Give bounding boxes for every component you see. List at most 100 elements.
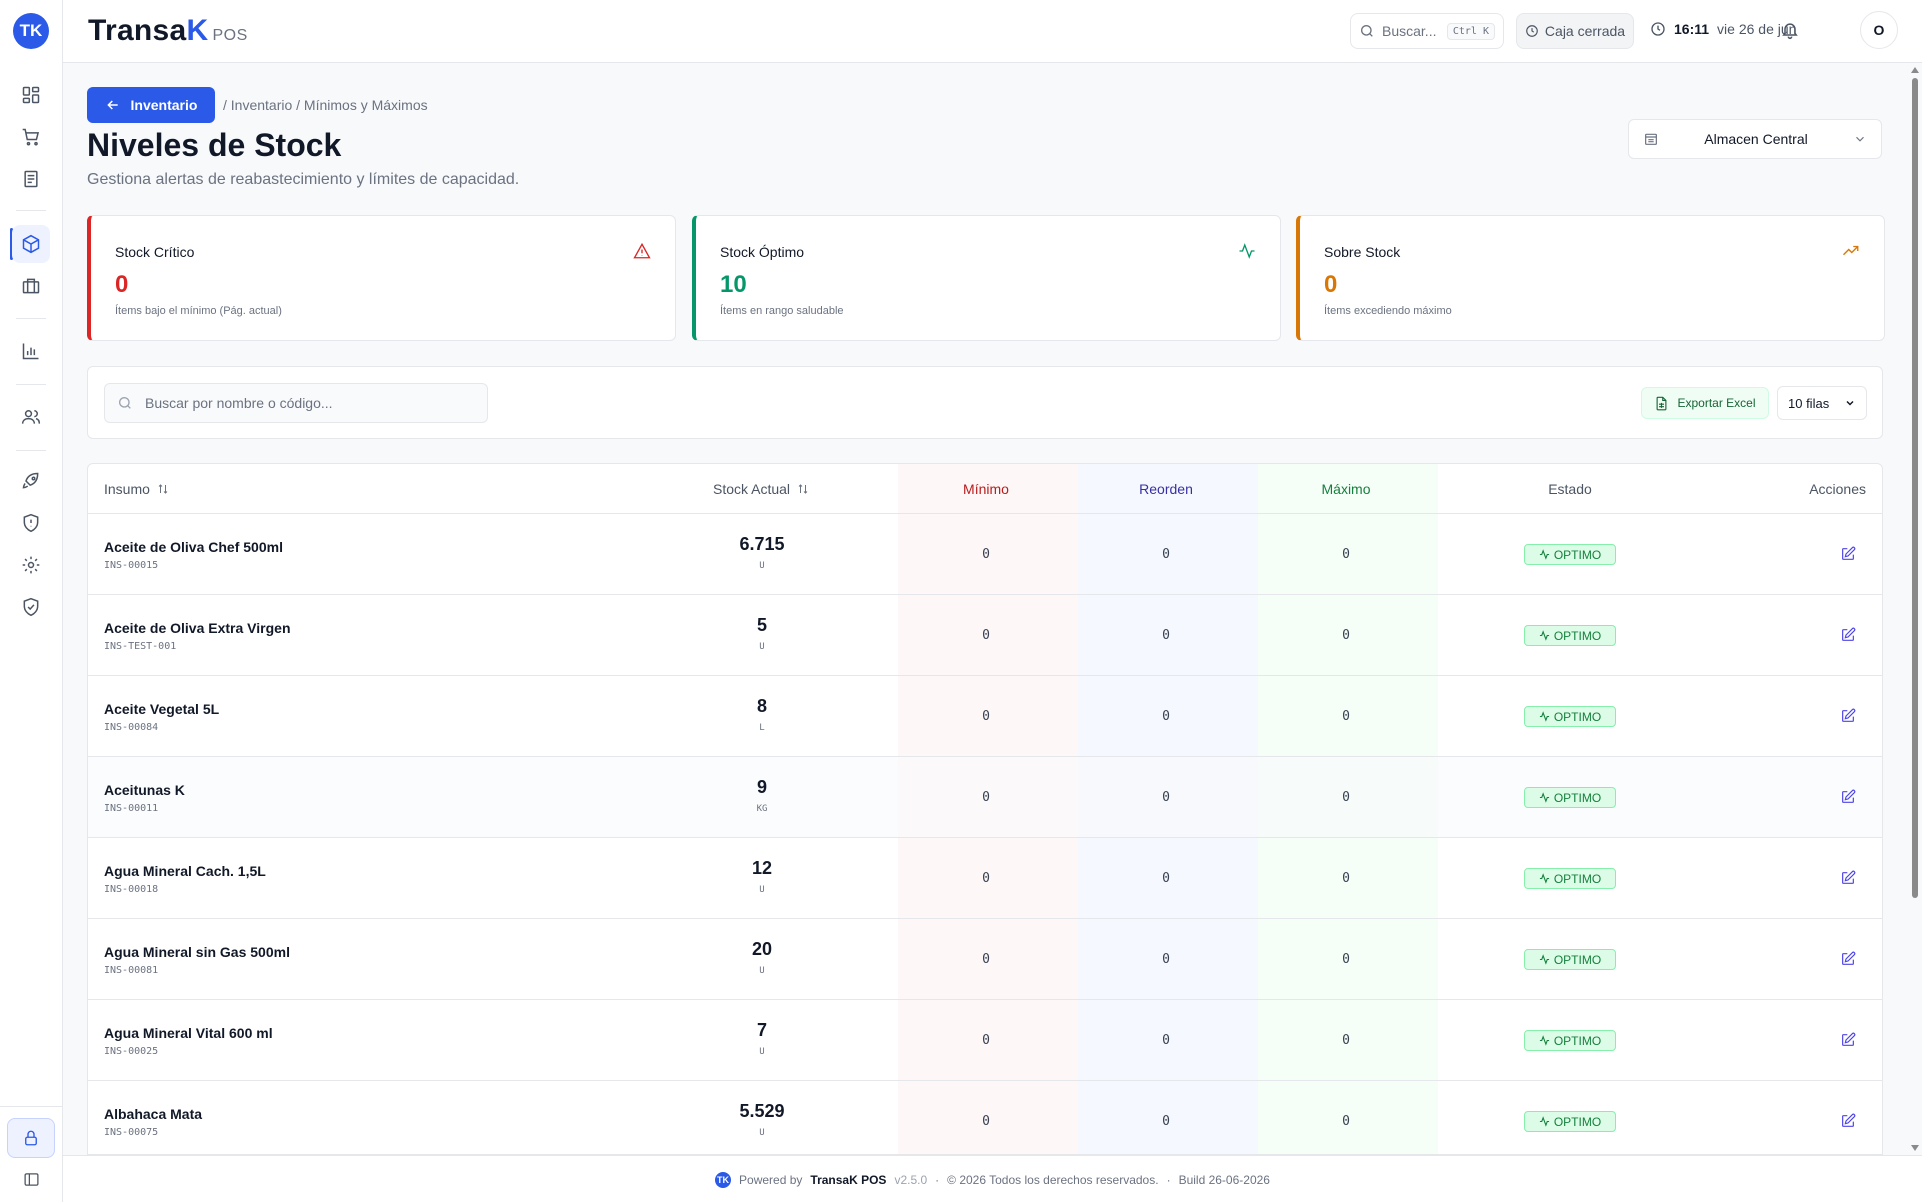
file-spreadsheet-icon — [1657, 396, 1667, 410]
column-header-reorden: Reorden — [1139, 481, 1193, 497]
status-label: OPTIMO — [1553, 628, 1602, 643]
item-name: Aceite de Oliva Extra Virgen — [104, 620, 291, 636]
maximo-value: 0 — [1342, 871, 1350, 886]
reorden-value: 0 — [1162, 871, 1170, 886]
bell-icon[interactable] — [1780, 20, 1800, 40]
stock-value: 5.529 — [739, 1101, 785, 1121]
status-badge: OPTIMO — [1524, 787, 1616, 808]
edit-icon[interactable] — [1840, 951, 1856, 967]
stock-actual: 5U — [757, 615, 767, 652]
receipt-icon[interactable] — [12, 160, 50, 198]
table-search-input[interactable] — [145, 395, 475, 411]
footer-logo-icon: TK — [715, 1172, 732, 1188]
table-row: Aceite de Oliva Chef 500ml INS-00015 6.715… — [88, 514, 1882, 595]
maximo-value: 0 — [1342, 628, 1350, 643]
column-title: Stock Actual — [713, 481, 791, 497]
item-code: INS-00081 — [104, 965, 159, 976]
cart-icon[interactable] — [12, 118, 50, 156]
activity-icon — [1539, 873, 1549, 884]
activity-icon — [1539, 792, 1549, 803]
global-search[interactable]: Buscar... Ctrl K — [1350, 13, 1504, 49]
maximo-value: 0 — [1342, 790, 1350, 805]
nav-divider — [16, 384, 46, 385]
column-title: Insumo — [104, 481, 150, 497]
stock-value: 12 — [751, 858, 773, 878]
footer-powered: Powered by — [739, 1173, 803, 1187]
footer: TK Powered by TransaK POS v2.5.0 · © 202… — [63, 1155, 1922, 1202]
stock-actual: 5.529 U — [739, 1101, 784, 1138]
minimo-value: 0 — [982, 871, 990, 886]
back-to-inventory-button[interactable]: Inventario — [87, 87, 215, 123]
status-badge: OPTIMO — [1524, 544, 1616, 565]
stock-unit: U — [759, 1047, 765, 1057]
item-name: Agua Mineral sin Gas 500ml — [104, 944, 290, 960]
global-search-placeholder: Buscar... — [1382, 23, 1437, 39]
activity-icon — [1539, 630, 1549, 641]
stock-value: 6.715 — [739, 534, 785, 554]
reorden-value: 0 — [1162, 1033, 1170, 1048]
kpi-label: Sobre Stock — [1324, 244, 1401, 260]
minimo-value: 0 — [982, 628, 990, 643]
warning-triangle-icon — [633, 242, 651, 259]
status-badge: OPTIMO — [1524, 1111, 1616, 1132]
cash-register-status[interactable]: Caja cerrada — [1516, 13, 1634, 49]
app-logo[interactable]: TK — [13, 13, 49, 49]
circle-clock-icon — [1526, 25, 1538, 37]
table-header: Insumo Stock Actual Mínimo Reorden Máxim… — [88, 464, 1882, 514]
status-label: OPTIMO — [1553, 871, 1602, 886]
breadcrumb: / Inventario / Mínimos y Máximos — [223, 97, 428, 113]
shield-check-icon[interactable] — [12, 588, 50, 626]
status-label: OPTIMO — [1553, 1114, 1602, 1129]
table-row: Agua Mineral Cach. 1,5L INS-00018 12 U 0 0 0 OP… — [88, 838, 1882, 919]
minimo-value: 0 — [982, 1033, 990, 1048]
export-excel-button[interactable]: Exportar Excel — [1641, 387, 1769, 419]
activity-icon — [1239, 243, 1255, 259]
lock-button[interactable] — [7, 1118, 55, 1158]
stock-actual: 7U — [757, 1020, 767, 1057]
column-header-insumo[interactable]: Insumo — [104, 481, 169, 497]
settings-gear-icon[interactable] — [12, 546, 50, 584]
page-subtitle: Gestiona alertas de reabastecimiento y l… — [87, 171, 520, 188]
edit-icon[interactable] — [1840, 1113, 1856, 1129]
footer-version: v2.5.0 — [894, 1173, 928, 1187]
page-scrollbar[interactable] — [1908, 63, 1922, 1155]
maximo-value: 0 — [1342, 952, 1350, 967]
sidebar-toggle-icon[interactable] — [12, 1160, 50, 1198]
item-code: INS-00015 — [104, 560, 159, 571]
stock-value: 9 — [756, 777, 767, 797]
dashboard-icon[interactable] — [12, 76, 50, 114]
shield-alert-icon[interactable] — [12, 504, 50, 542]
stock-unit: L — [759, 723, 765, 733]
briefcase-icon[interactable] — [12, 267, 50, 305]
stock-value: 5 — [756, 615, 768, 635]
minimo-value: 0 — [982, 547, 990, 562]
item-code: INS-00025 — [104, 1046, 159, 1057]
table-row: Aceite de Oliva Extra Virgen INS-TEST-001… — [88, 595, 1882, 676]
brand-logo[interactable]: TransaK POS — [88, 14, 248, 48]
edit-icon[interactable] — [1840, 627, 1856, 643]
edit-icon[interactable] — [1840, 708, 1856, 724]
edit-icon[interactable] — [1840, 546, 1856, 562]
edit-icon[interactable] — [1840, 870, 1856, 886]
activity-icon — [1539, 954, 1549, 965]
rows-per-page-select[interactable]: 10 filas — [1777, 386, 1867, 420]
inventory-box-icon[interactable] — [12, 225, 50, 263]
rocket-icon[interactable] — [12, 462, 50, 500]
export-label: Exportar Excel — [1677, 396, 1756, 410]
edit-icon[interactable] — [1840, 789, 1856, 805]
maximo-value: 0 — [1342, 547, 1350, 562]
scroll-down-arrow[interactable] — [1911, 1145, 1919, 1151]
users-icon[interactable] — [12, 398, 50, 436]
column-header-stock-actual[interactable]: Stock Actual — [713, 481, 809, 497]
footer-separator: · — [1166, 1173, 1171, 1187]
item-name: Agua Mineral Vital 600 ml — [104, 1025, 273, 1041]
warehouse-icon — [1645, 133, 1657, 145]
user-avatar[interactable]: O — [1860, 11, 1898, 49]
edit-icon[interactable] — [1840, 1032, 1856, 1048]
scroll-thumb[interactable] — [1912, 78, 1918, 898]
bar-chart-icon[interactable] — [12, 332, 50, 370]
search-shortcut: Ctrl K — [1446, 22, 1495, 40]
minimo-value: 0 — [982, 709, 990, 724]
scroll-up-arrow[interactable] — [1911, 67, 1919, 73]
warehouse-select[interactable]: Almacen Central — [1628, 119, 1882, 159]
